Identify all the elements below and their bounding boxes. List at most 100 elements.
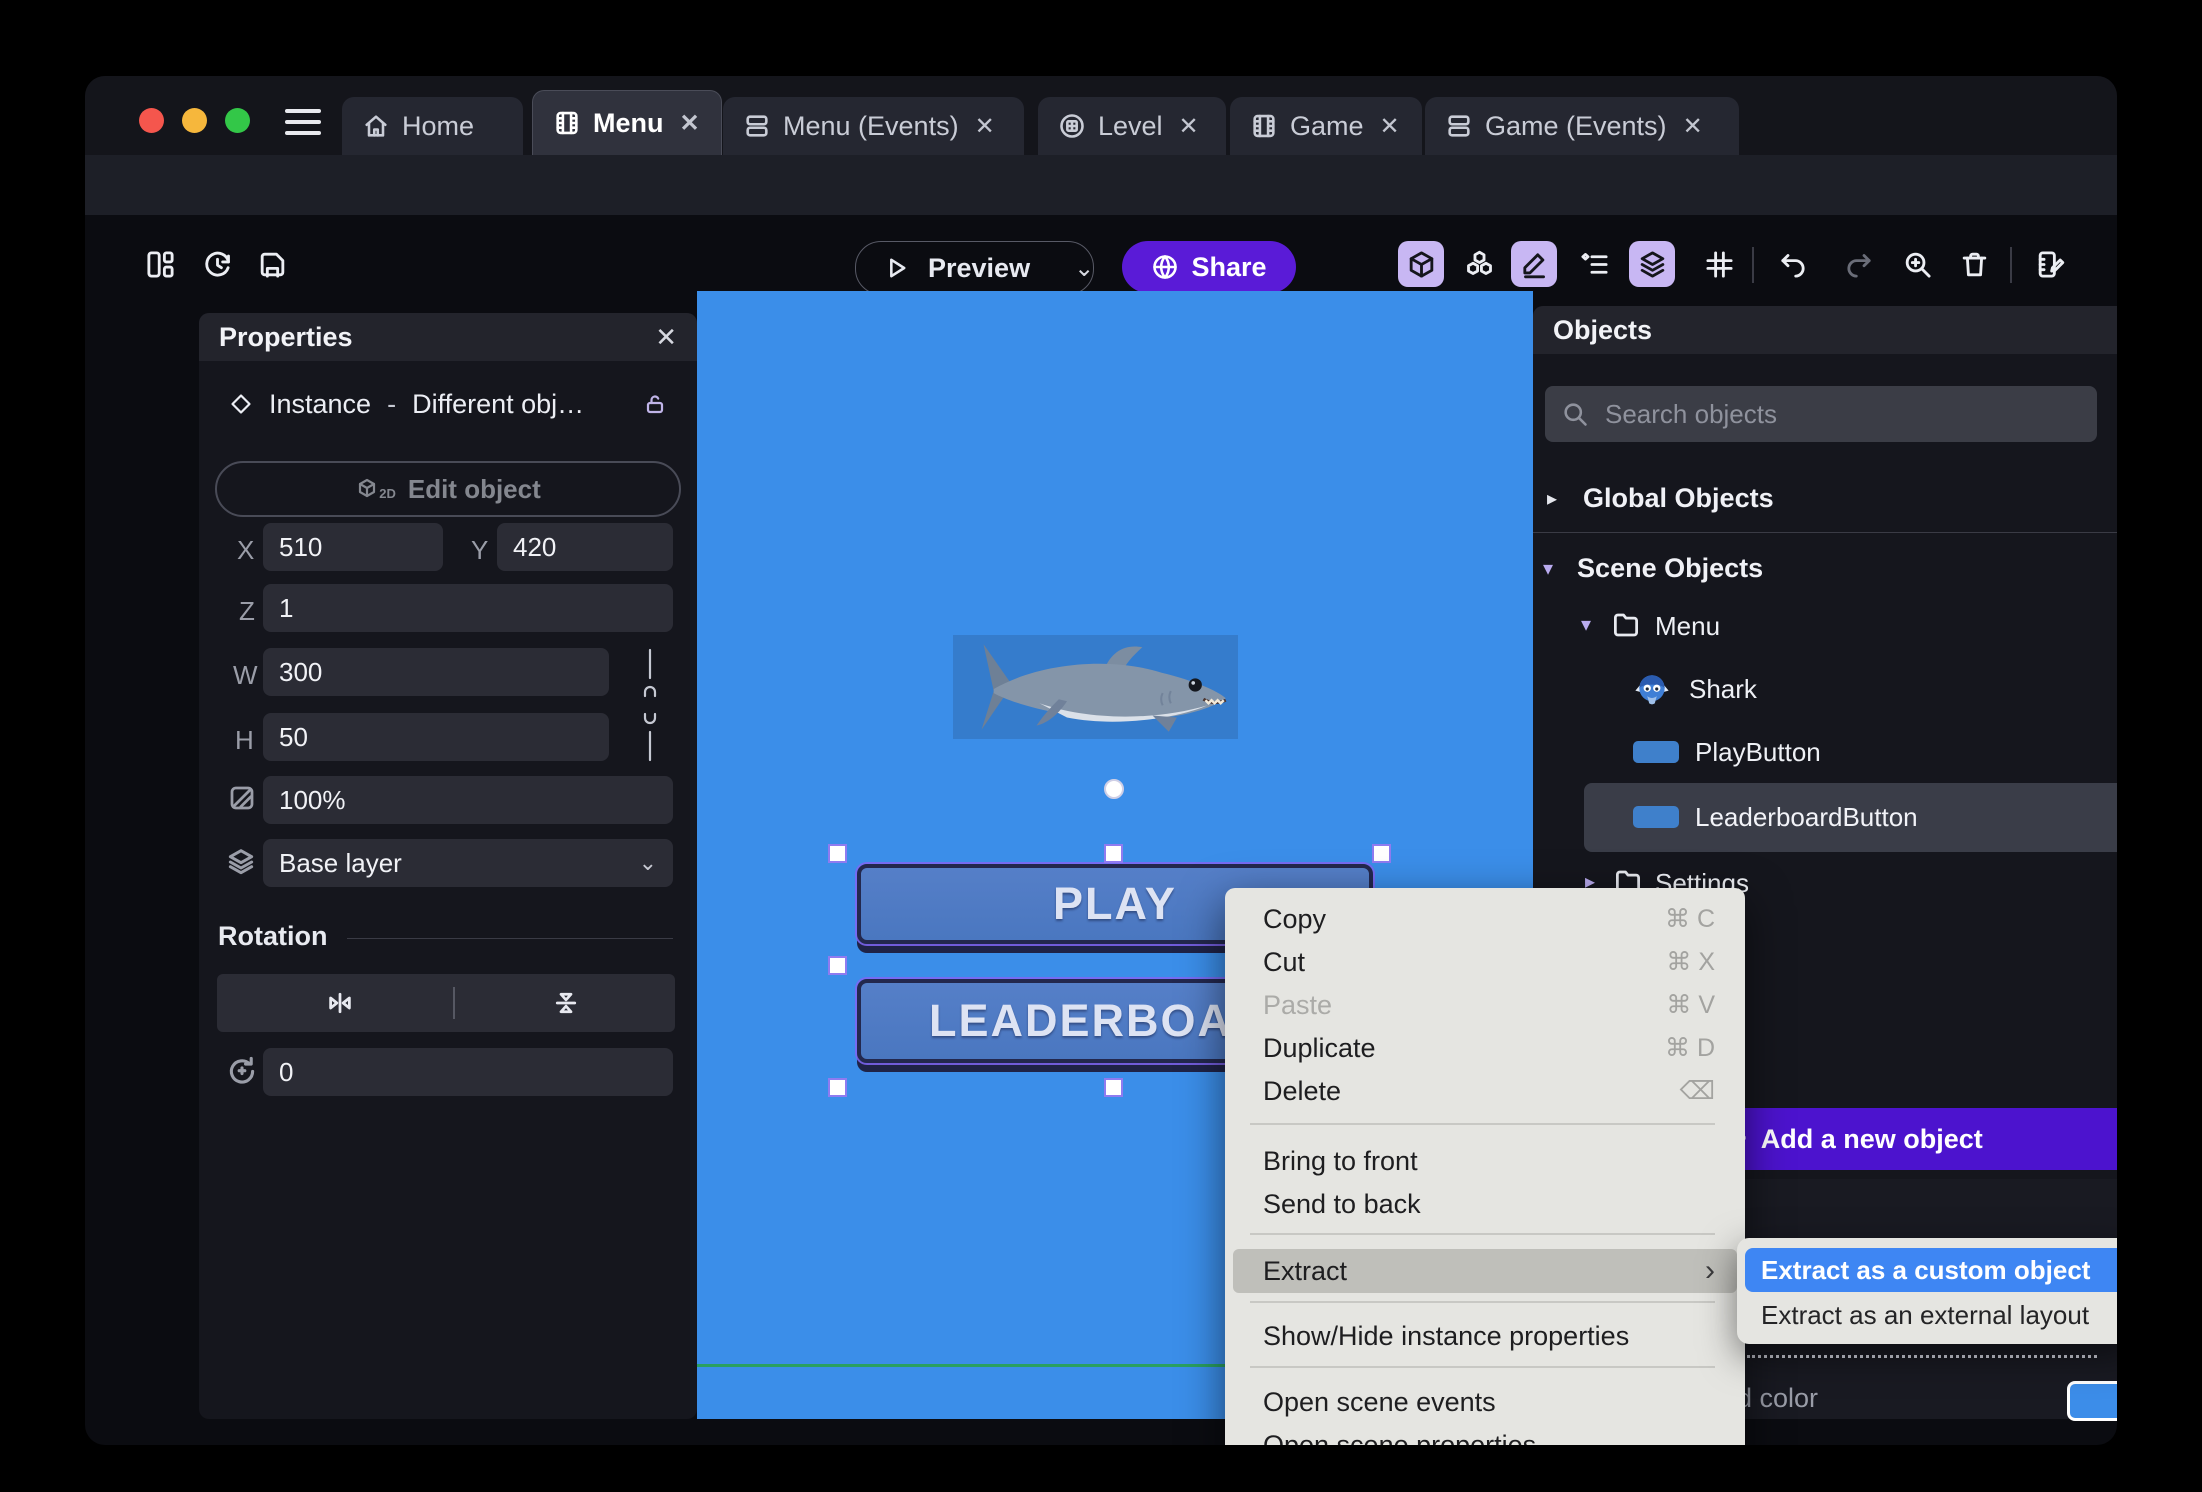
share-button[interactable]: Share [1122,241,1296,293]
add-object-label: Add a new object [1760,1123,1983,1154]
rotation-input[interactable] [263,1048,673,1096]
edit-object-label: Edit object [407,473,541,504]
x-input[interactable] [263,523,443,571]
traffic-close-button[interactable] [139,108,164,133]
instances-list-icon[interactable] [1571,241,1617,287]
menu-item-paste[interactable]: Paste ⌘ V [1225,983,1745,1027]
grid-icon[interactable] [1696,241,1742,287]
tree-item-shark[interactable]: Shark [1533,659,2117,719]
menu-item-bring-to-front[interactable]: Bring to front [1225,1139,1745,1183]
menu-divider [1250,1233,1715,1235]
undo-icon[interactable] [1769,241,1815,287]
shark-sprite[interactable] [953,635,1238,739]
tab-game[interactable]: Game ✕ [1230,97,1422,155]
submenu-item-extract-external-layout[interactable]: Extract as an external layout [1745,1294,2117,1336]
layers-panel-icon[interactable] [1629,241,1675,287]
tree-item-menu[interactable]: ▾ Menu [1533,596,2117,656]
tab-home[interactable]: Home [342,97,523,155]
z-input[interactable] [263,584,673,632]
menu-item-label: Send to back [1263,1188,1421,1219]
title-bar: Home Menu ✕ Menu (Events) ✕ Level ✕ Game… [85,76,2117,155]
search-objects-box[interactable] [1545,386,2097,442]
submenu-item-extract-custom-object[interactable]: Extract as a custom object [1745,1248,2117,1292]
unlock-icon[interactable] [643,392,667,416]
project-manager-icon[interactable] [137,241,183,287]
layers-icon [225,846,257,878]
menu-divider [1250,1301,1715,1303]
menu-item-cut[interactable]: Cut ⌘ X [1225,940,1745,984]
redo-icon[interactable] [1836,241,1882,287]
close-icon[interactable]: ✕ [975,112,995,141]
selection-handle-mid-left[interactable] [828,956,847,975]
tab-menu[interactable]: Menu ✕ [532,90,722,155]
zoom-in-icon[interactable] [1894,241,1940,287]
menu-item-extract[interactable]: Extract › [1233,1249,1737,1293]
selection-handle-top-left[interactable] [828,844,847,863]
opacity-input[interactable] [263,776,673,824]
menu-divider [1250,1123,1715,1125]
menu-item-open-scene-events[interactable]: Open scene events [1225,1380,1745,1424]
menu-divider [1250,1366,1715,1368]
color-swatch[interactable] [2067,1381,2117,1421]
objects-mode-icon[interactable] [1398,241,1444,287]
traffic-minimize-button[interactable] [182,108,207,133]
edit-mode-icon[interactable] [1511,241,1557,287]
instance-register-icon[interactable] [2027,241,2073,287]
link-dimensions-icon[interactable] [637,648,663,762]
menu-item-send-to-back[interactable]: Send to back [1225,1182,1745,1226]
menu-item-copy[interactable]: Copy ⌘ C [1225,897,1745,941]
search-input[interactable] [1603,397,2081,431]
menu-item-delete[interactable]: Delete ⌫ [1225,1069,1745,1113]
z-label: Z [239,596,255,626]
menu-item-show-hide-instance-properties[interactable]: Show/Hide instance properties [1225,1314,1745,1358]
layer-select[interactable]: Base layer ⌄ [263,839,673,887]
cube-2d-icon: 2D [355,477,396,501]
y-label: Y [471,535,489,565]
share-label: Share [1191,251,1267,282]
section-divider [347,938,673,939]
tab-menu-events[interactable]: Menu (Events) ✕ [723,97,1024,155]
opacity-icon [227,783,257,813]
shortcut-label: ⌘ X [1666,948,1715,976]
close-icon[interactable]: ✕ [655,322,677,353]
tab-label: Level [1098,110,1163,141]
tab-game-events[interactable]: Game (Events) ✕ [1425,97,1739,155]
menu-item-open-scene-properties[interactable]: Open scene properties [1225,1423,1745,1446]
flip-vertical-icon[interactable] [551,988,581,1018]
history-icon[interactable] [194,241,240,287]
selection-handle-bottom-mid[interactable] [1104,1078,1123,1097]
y-input[interactable] [497,523,673,571]
selection-handle-top-mid[interactable] [1104,844,1123,863]
objects-groups-icon[interactable] [1456,241,1502,287]
trash-icon[interactable] [1951,241,1997,287]
properties-panel: Properties ✕ Instance - Different obj… 2… [199,313,697,1419]
menu-item-duplicate[interactable]: Duplicate ⌘ D [1225,1026,1745,1070]
scene-objects-row[interactable]: ▾ Scene Objects [1543,544,2117,592]
selection-handle-top-right[interactable] [1372,844,1391,863]
tree-item-playbutton[interactable]: PlayButton [1533,722,2117,782]
close-icon[interactable]: ✕ [680,109,700,138]
w-input[interactable] [263,648,609,696]
traffic-zoom-button[interactable] [225,108,250,133]
close-icon[interactable]: ✕ [1179,112,1199,141]
global-objects-row[interactable]: ▸ Global Objects [1547,474,2117,522]
divider [453,987,455,1019]
menu-item-label: Open scene properties [1263,1429,1537,1446]
preview-button[interactable]: Preview ⌄ [855,241,1094,295]
rotate-handle[interactable] [1104,779,1124,799]
menu-item-label: Copy [1263,903,1327,934]
selection-handle-bottom-left[interactable] [828,1078,847,1097]
h-input[interactable] [263,713,609,761]
save-icon[interactable] [249,241,295,287]
objects-header: Objects ✕ [1533,306,2117,354]
flip-horizontal-icon[interactable] [325,988,355,1018]
caret-down-icon[interactable]: ▾ [1581,612,1591,637]
tree-item-leaderboardbutton[interactable]: LeaderboardButton [1533,787,2117,847]
close-icon[interactable]: ✕ [1380,112,1400,141]
close-icon[interactable]: ✕ [1683,112,1703,141]
edit-object-button[interactable]: 2D Edit object [215,461,681,517]
events-icon [743,112,771,140]
tab-level[interactable]: Level ✕ [1038,97,1226,155]
tree-item-label: LeaderboardButton [1695,802,1918,832]
chevron-down-icon[interactable]: ⌄ [1074,254,1094,283]
